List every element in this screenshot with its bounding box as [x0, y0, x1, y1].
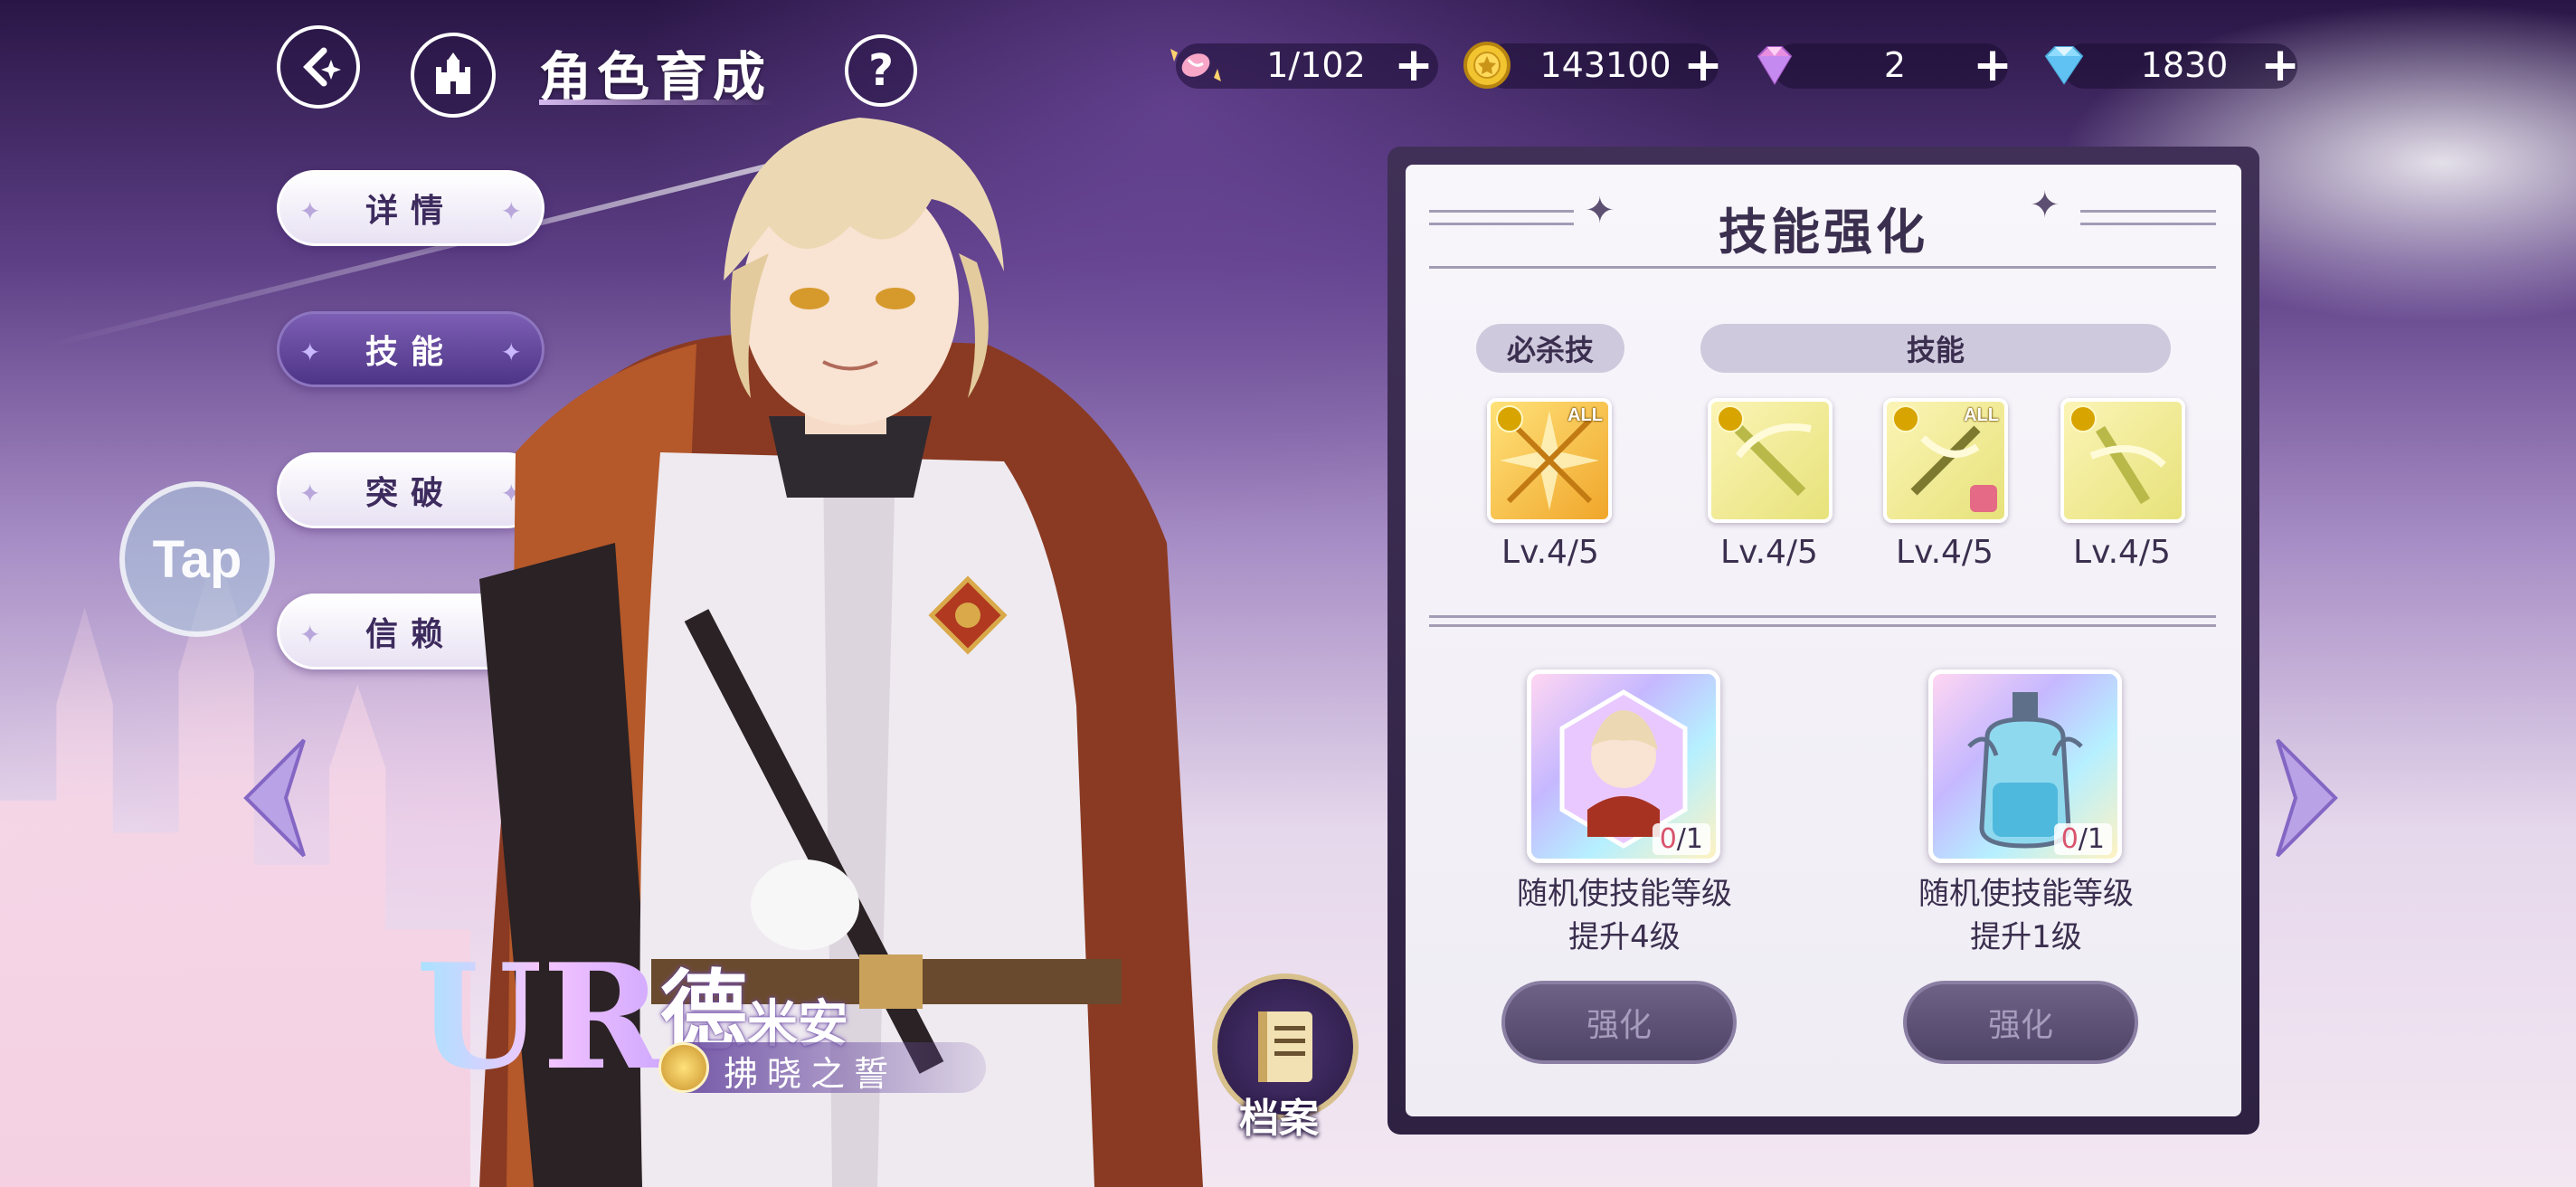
- pink-diamond-value: 2: [1883, 45, 1907, 85]
- item-description-line: 提升4级: [1568, 919, 1681, 955]
- pink-diamond-icon: [1757, 46, 1793, 85]
- blue-diamond-value: 1830: [2140, 45, 2229, 85]
- enhance-button-1[interactable]: 强化: [1501, 981, 1737, 1064]
- section-divider: [1429, 615, 2216, 618]
- sparkle-icon: ✦: [299, 337, 321, 367]
- item-total: /1: [1676, 823, 1703, 855]
- item-card-potion[interactable]: 0/1: [1928, 669, 2122, 863]
- tap-button[interactable]: Tap: [119, 481, 275, 637]
- stamina-plus-button[interactable]: +: [1391, 38, 1436, 92]
- skill-slot-2[interactable]: ALL: [1883, 398, 2008, 523]
- blue-diamond-icon: [2044, 46, 2084, 85]
- gold-coin-icon: [1463, 42, 1511, 89]
- item-description-line: 提升1级: [1970, 919, 2082, 955]
- pink-diamond-plus-button[interactable]: +: [1970, 38, 2015, 92]
- archive-label: 档案: [1239, 1096, 1319, 1142]
- skill-level-ultimate: Lv.4/5: [1501, 534, 1599, 571]
- section-divider: [1429, 624, 2216, 627]
- item-total: /1: [2078, 823, 2105, 855]
- prev-character-arrow[interactable]: [241, 735, 313, 861]
- title-divider: [1429, 266, 2216, 269]
- skill-type-badge-icon: [1496, 405, 1523, 432]
- back-arrow-icon: [303, 47, 341, 87]
- skill-level-1: Lv.4/5: [1720, 534, 1818, 571]
- skill-slot-ultimate[interactable]: ALL: [1487, 398, 1612, 523]
- skill-level-2: Lv.4/5: [1896, 534, 1994, 571]
- ultimate-section-label: 必杀技: [1476, 324, 1624, 373]
- skill-slot-1[interactable]: [1708, 398, 1833, 523]
- sparkle-icon: ✦: [299, 196, 321, 226]
- skill-slot-3[interactable]: [2060, 398, 2185, 523]
- item-description-line: 随机使技能等级: [1517, 876, 1732, 912]
- sparkle-icon: ✦: [299, 620, 321, 650]
- skill-type-badge-icon: [1717, 405, 1744, 432]
- item-card-portrait-crystal[interactable]: 0/1: [1527, 669, 1720, 863]
- next-character-arrow[interactable]: [2268, 735, 2341, 861]
- skill-type-badge-icon: [2069, 405, 2097, 432]
- sparkle-icon: ✦: [299, 479, 321, 508]
- gold-value: 143100: [1539, 45, 1672, 85]
- skills-section-label: 技能: [1700, 324, 2171, 373]
- item-count: 0/1: [1652, 823, 1710, 855]
- skill-panel: [1406, 165, 2241, 1116]
- gold-plus-button[interactable]: +: [1681, 38, 1726, 92]
- skill-level-3: Lv.4/5: [2073, 534, 2171, 571]
- item-owned: 0: [1659, 823, 1677, 855]
- title-emblem-icon: [658, 1042, 709, 1093]
- back-button[interactable]: [277, 25, 360, 109]
- enhance-button-2[interactable]: 强化: [1903, 981, 2138, 1064]
- blue-diamond-plus-button[interactable]: +: [2258, 38, 2303, 92]
- item-owned: 0: [2060, 823, 2079, 855]
- book-icon: [1258, 1011, 1312, 1082]
- item-count: 0/1: [2053, 823, 2112, 855]
- skill-type-badge-icon: [1892, 405, 1919, 432]
- panel-title: 技能强化: [1719, 204, 1928, 261]
- skill-all-tag: ALL: [1567, 405, 1603, 425]
- item-description-2: 随机使技能等级 提升1级: [1872, 872, 2180, 959]
- character-title: 拂晓之誓: [724, 1054, 898, 1094]
- rarity-label: UR: [416, 932, 663, 1102]
- item-description-line: 随机使技能等级: [1918, 876, 2134, 912]
- item-description-1: 随机使技能等级 提升4级: [1471, 872, 1778, 959]
- skill-all-tag: ALL: [1964, 405, 1999, 425]
